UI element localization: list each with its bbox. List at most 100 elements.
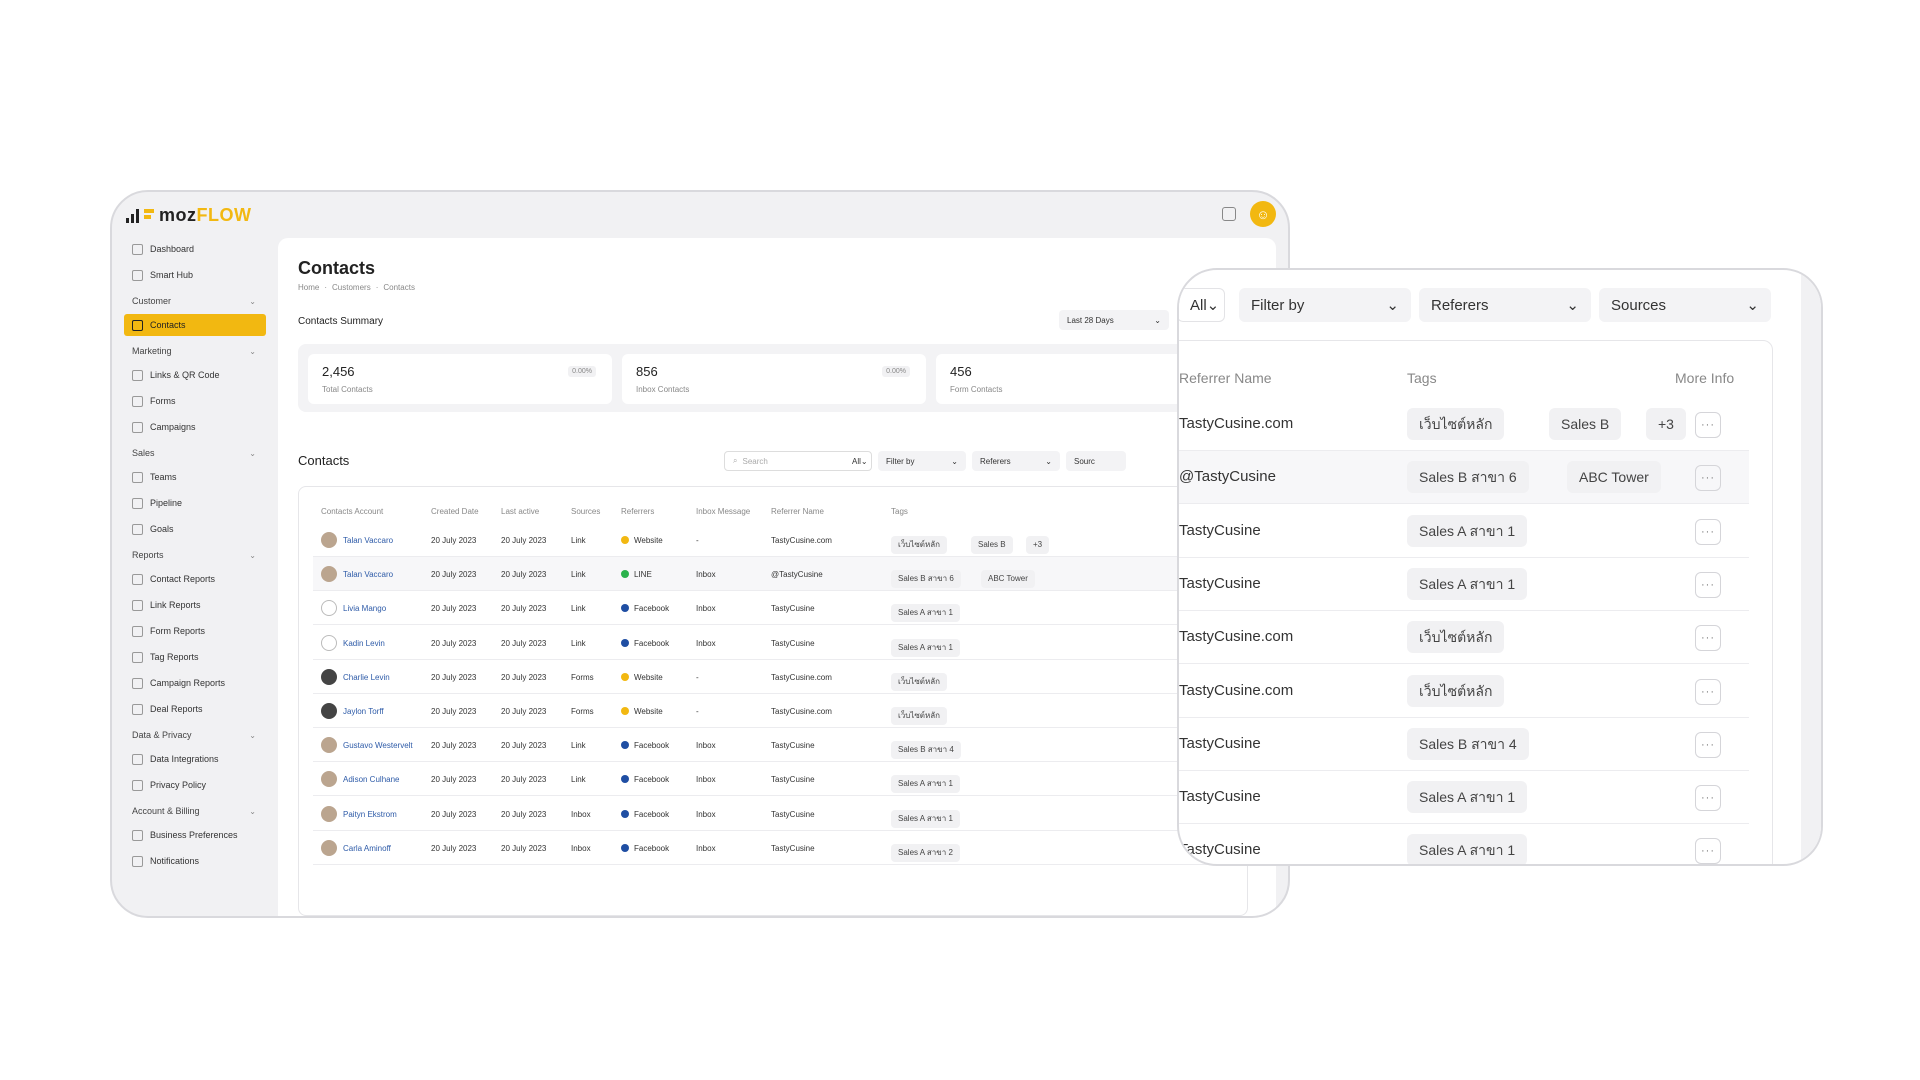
sidebar-item-deal-reports[interactable]: Deal Reports [124, 698, 266, 720]
contact-name-link[interactable]: Charlie Levin [343, 673, 390, 682]
contact-name-link[interactable]: Jaylon Torff [343, 707, 384, 716]
column-header[interactable]: Contacts Account [321, 507, 383, 516]
sidebar-item-forms[interactable]: Forms [124, 390, 266, 412]
sidebar-item-campaign-reports[interactable]: Campaign Reports [124, 672, 266, 694]
contact-name-link[interactable]: Kadin Levin [343, 639, 385, 648]
more-options-button[interactable]: ··· [1695, 731, 1721, 758]
table-row[interactable]: Gustavo Westervelt 20 July 2023 20 July 20… [313, 728, 1243, 763]
filter-by-dropdown[interactable]: Filter by ⌄ [878, 451, 966, 471]
more-options-button[interactable]: ··· [1695, 412, 1721, 438]
zoom-table-row[interactable]: @TastyCusine Sales B สาขา 6 ABC Tower ··· [1179, 451, 1749, 505]
zoom-table-row[interactable]: TastyCusine.com เว็บไซต์หลัก ··· [1179, 665, 1749, 718]
column-header[interactable]: Created Date [431, 507, 479, 516]
column-header[interactable]: Tags [891, 507, 908, 516]
zoom-referers-dropdown[interactable]: Referers ⌄ [1419, 288, 1591, 322]
policy-icon [132, 779, 143, 791]
bell-icon [132, 855, 143, 867]
last-active: 20 July 2023 [501, 843, 547, 853]
table-row[interactable]: Kadin Levin 20 July 2023 20 July 2023 Link F… [313, 626, 1243, 660]
sidebar-item-contact-reports[interactable]: Contact Reports [124, 568, 266, 590]
sidebar-item-pipeline[interactable]: Pipeline [124, 492, 266, 514]
sidebar-item-form-reports[interactable]: Form Reports [124, 620, 266, 642]
sources-dropdown[interactable]: Sourc [1066, 451, 1126, 471]
zoom-table-row[interactable]: TastyCusine Sales A สาขา 1 ··· [1179, 771, 1749, 825]
inbox-message: Inbox [696, 604, 716, 614]
breadcrumb-customers[interactable]: Customers [332, 283, 371, 292]
more-options-button[interactable]: ··· [1695, 571, 1721, 598]
sidebar-item-dashboard[interactable]: Dashboard [124, 238, 266, 260]
more-options-button[interactable]: ··· [1695, 518, 1721, 545]
sidebar-item-teams[interactable]: Teams [124, 466, 266, 488]
tag-chip: Sales A สาขา 1 [1407, 514, 1528, 547]
sidebar-group-reports[interactable]: Reports ⌄ [124, 544, 266, 566]
sidebar-item-business-preferences[interactable]: Business Preferences [124, 824, 266, 846]
contact-name-link[interactable]: Gustavo Westervelt [343, 741, 413, 750]
table-row[interactable]: Adison Culhane 20 July 2023 20 July 2023 Li… [313, 762, 1243, 797]
sidebar-item-campaigns[interactable]: Campaigns [124, 416, 266, 438]
contact-name-link[interactable]: Talan Vaccaro [343, 570, 393, 579]
column-header[interactable]: Last active [501, 507, 539, 516]
breadcrumb-home[interactable]: Home [298, 283, 319, 292]
table-row[interactable]: Carla Aminoff 20 July 2023 20 July 2023 Inb… [313, 831, 1243, 865]
sidebar-group-account-billing[interactable]: Account & Billing ⌄ [124, 800, 266, 822]
sidebar-group-data-privacy[interactable]: Data & Privacy ⌄ [124, 724, 266, 746]
sidebar-group-label: Marketing [132, 346, 172, 356]
contact-name-link[interactable]: Adison Culhane [343, 775, 399, 784]
more-options-button[interactable]: ··· [1695, 785, 1721, 812]
created-date: 20 July 2023 [431, 638, 477, 648]
sidebar-item-smart-hub[interactable]: Smart Hub [124, 264, 266, 286]
more-options-button[interactable]: ··· [1695, 838, 1721, 864]
sidebar-item-privacy-policy[interactable]: Privacy Policy [124, 774, 266, 796]
table-row[interactable]: Paityn Ekstrom 20 July 2023 20 July 2023 In… [313, 797, 1243, 831]
sidebar-item-goals[interactable]: Goals [124, 518, 266, 540]
contact-name-link[interactable]: Paityn Ekstrom [343, 810, 397, 819]
table-row[interactable]: Jaylon Torff 20 July 2023 20 July 2023 Form… [313, 694, 1243, 728]
contact-name-link[interactable]: Carla Aminoff [343, 844, 391, 853]
sidebar-group-marketing[interactable]: Marketing ⌄ [124, 340, 266, 362]
zoom-table-row[interactable]: TastyCusine.com เว็บไซต์หลัก Sales B +3 ··· [1179, 398, 1749, 451]
mozflow-logo[interactable]: mozFLOW [126, 205, 251, 226]
zoom-table-row[interactable]: TastyCusine Sales A สาขา 1 ··· [1179, 558, 1749, 611]
contact-name-link[interactable]: Talan Vaccaro [343, 536, 393, 545]
column-header[interactable]: Inbox Message [696, 507, 750, 516]
zoom-all-dropdown[interactable]: All ⌄ [1179, 288, 1225, 322]
column-header[interactable]: Referrer Name [771, 507, 824, 516]
table-row[interactable]: Talan Vaccaro 20 July 2023 20 July 2023 Lin… [313, 523, 1243, 557]
sidebar-item-label: Contacts [150, 320, 186, 330]
more-options-button[interactable]: ··· [1695, 678, 1721, 705]
table-row[interactable]: Livia Mango 20 July 2023 20 July 2023 Link F… [313, 591, 1243, 626]
zoom-table-row[interactable]: TastyCusine Sales B สาขา 4 ··· [1179, 718, 1749, 771]
sidebar-group-customer[interactable]: Customer ⌄ [124, 290, 266, 312]
contacts-table: Contacts Account Created Date Last activ… [298, 486, 1248, 916]
sidebar-item-contacts[interactable]: Contacts [124, 314, 266, 336]
referers-dropdown[interactable]: Referers ⌄ [972, 451, 1060, 471]
more-options-button[interactable]: ··· [1695, 465, 1721, 492]
zoom-sources-dropdown[interactable]: Sources ⌄ [1599, 288, 1771, 322]
referrer-label: Facebook [634, 638, 670, 648]
all-dropdown[interactable]: All ⌄ [844, 451, 874, 471]
column-header[interactable]: Sources [571, 507, 600, 516]
last-active: 20 July 2023 [501, 672, 547, 682]
sidebar-item-notifications[interactable]: Notifications [124, 850, 266, 872]
table-row[interactable]: Charlie Levin 20 July 2023 20 July 2023 For… [313, 660, 1243, 694]
more-options-button[interactable]: ··· [1695, 625, 1721, 652]
sidebar-group-sales[interactable]: Sales ⌄ [124, 442, 266, 464]
card-label: Inbox Contacts [636, 385, 690, 394]
zoom-table-row[interactable]: TastyCusine.com เว็บไซต์หลัก ··· [1179, 611, 1749, 665]
user-avatar[interactable]: ☺ [1250, 201, 1276, 227]
zoom-table-row[interactable]: TastyCusine Sales A สาขา 1 ··· [1179, 505, 1749, 558]
contact-name-link[interactable]: Livia Mango [343, 604, 386, 613]
sidebar-item-tag-reports[interactable]: Tag Reports [124, 646, 266, 668]
column-header[interactable]: Referrers [621, 507, 654, 516]
zoom-column-header[interactable]: Tags [1407, 370, 1437, 386]
zoom-column-header[interactable]: Referrer Name [1179, 370, 1272, 386]
avatar [321, 737, 337, 754]
sidebar-item-link-reports[interactable]: Link Reports [124, 594, 266, 616]
date-range-dropdown[interactable]: Last 28 Days ⌄ [1059, 310, 1169, 330]
sidebar-item-links-qr[interactable]: Links & QR Code [124, 364, 266, 386]
notification-icon[interactable] [1222, 207, 1236, 221]
zoom-table-row[interactable]: TastyCusine Sales A สาขา 1 ··· [1179, 824, 1749, 864]
zoom-filter-by-dropdown[interactable]: Filter by ⌄ [1239, 288, 1411, 322]
sidebar-item-data-integrations[interactable]: Data Integrations [124, 748, 266, 770]
table-row[interactable]: Talan Vaccaro 20 July 2023 20 July 2023 Lin… [313, 557, 1243, 592]
